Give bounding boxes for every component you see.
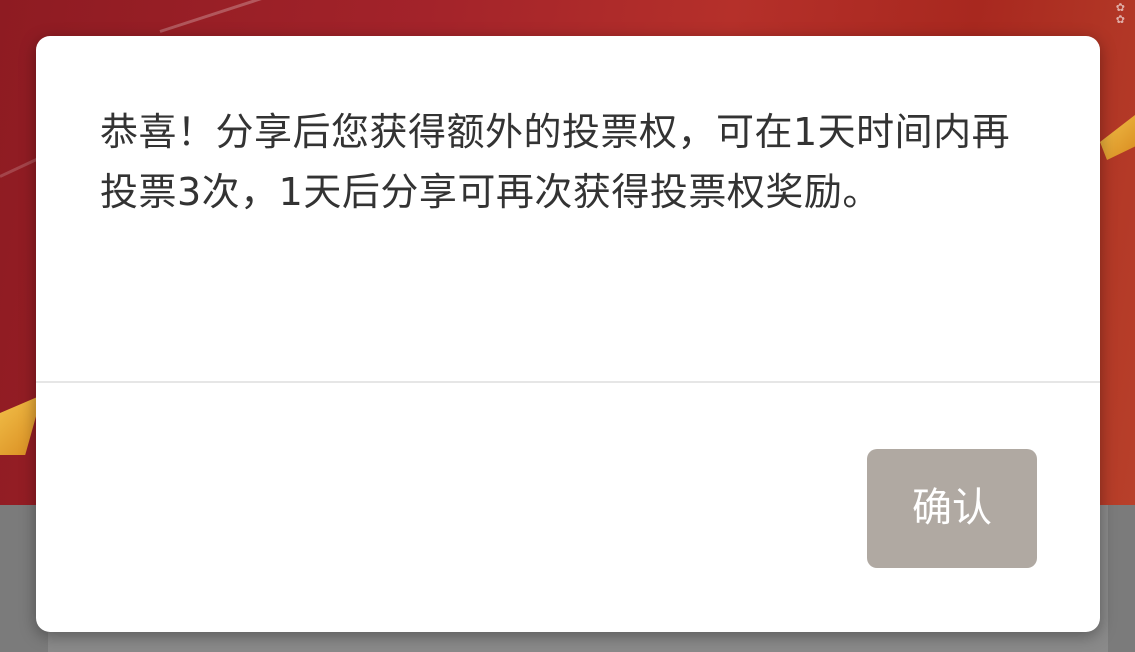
alert-dialog: 恭喜！分享后您获得额外的投票权，可在1天时间内再投票3次，1天后分享可再次获得投… <box>36 36 1100 632</box>
banner-light-streak <box>159 0 294 33</box>
dialog-divider <box>36 381 1100 383</box>
dialog-message: 恭喜！分享后您获得额外的投票权，可在1天时间内再投票3次，1天后分享可再次获得投… <box>100 110 1011 214</box>
gold-ribbon-decoration <box>1100 115 1135 160</box>
corner-ornament-icon: ✿ ✿ <box>1115 1 1125 26</box>
confirm-button[interactable]: 确认 <box>867 449 1037 568</box>
